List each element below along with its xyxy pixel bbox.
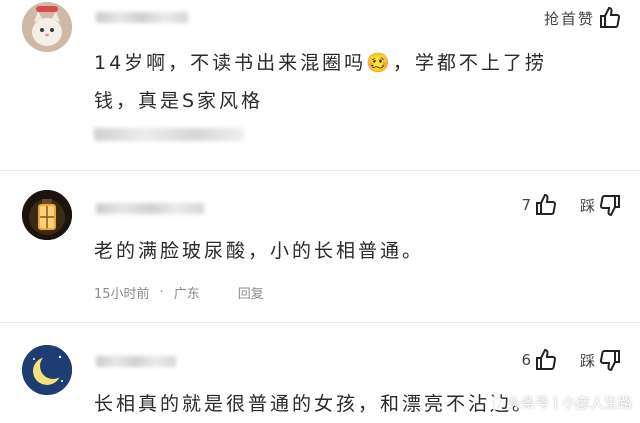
- comment-meta: [94, 128, 244, 141]
- comment-text: 14岁啊，不读书出来混圈吗🥴，学都不上了捞 钱，真是S家风格: [94, 44, 614, 120]
- separator-dot: ·: [159, 285, 164, 300]
- comment-line-1: 老的满脸玻尿酸，小的长相普通。: [94, 240, 425, 262]
- comment-meta: 15小时前 · 广东 回复: [94, 283, 264, 302]
- toutiao-logo-icon: [489, 396, 504, 410]
- comment-actions: 6 踩: [521, 348, 622, 372]
- divider: [0, 322, 640, 323]
- thumbs-up-icon: [598, 6, 622, 30]
- watermark-platform: 头条号: [507, 396, 550, 412]
- username-blurred[interactable]: [96, 356, 176, 367]
- meta-blurred: [94, 128, 244, 141]
- comment-actions: 抢首赞: [544, 6, 622, 30]
- thumbs-up-icon: [534, 193, 558, 217]
- comment-line-2: 钱，真是S家风格: [94, 90, 264, 112]
- cat-avatar[interactable]: [22, 2, 72, 52]
- thumbs-up-icon: [534, 348, 558, 372]
- comment-text: 老的满脸玻尿酸，小的长相普通。: [94, 232, 614, 270]
- thumbs-down-icon: [598, 348, 622, 372]
- watermark: 头条号 | 小彦人生路: [489, 393, 632, 413]
- comment-actions: 7 踩: [521, 193, 622, 217]
- first-like-label: 抢首赞: [543, 9, 595, 28]
- comment-location: 广东: [173, 287, 200, 302]
- thumbs-down-icon: [598, 193, 622, 217]
- divider: [0, 170, 640, 171]
- watermark-separator: |: [553, 395, 558, 411]
- watermark-author: 小彦人生路: [562, 396, 632, 412]
- like-button[interactable]: 7: [521, 193, 558, 217]
- comment-line-1: 14岁啊，不读书出来混圈吗🥴，学都不上了捞: [94, 52, 547, 74]
- like-count: 6: [521, 351, 531, 369]
- first-like-button[interactable]: 抢首赞: [544, 6, 622, 30]
- dislike-button[interactable]: 踩: [580, 193, 622, 217]
- comment-time: 15小时前: [94, 287, 150, 302]
- like-count: 7: [521, 196, 531, 214]
- lantern-avatar[interactable]: [22, 190, 72, 240]
- reply-button[interactable]: 回复: [238, 283, 264, 302]
- moon-avatar[interactable]: [22, 345, 72, 395]
- dislike-label: 踩: [579, 351, 595, 370]
- dislike-label: 踩: [579, 196, 595, 215]
- like-button[interactable]: 6: [521, 348, 558, 372]
- dislike-button[interactable]: 踩: [580, 348, 622, 372]
- username-blurred[interactable]: [96, 203, 204, 214]
- username-blurred[interactable]: [96, 12, 188, 23]
